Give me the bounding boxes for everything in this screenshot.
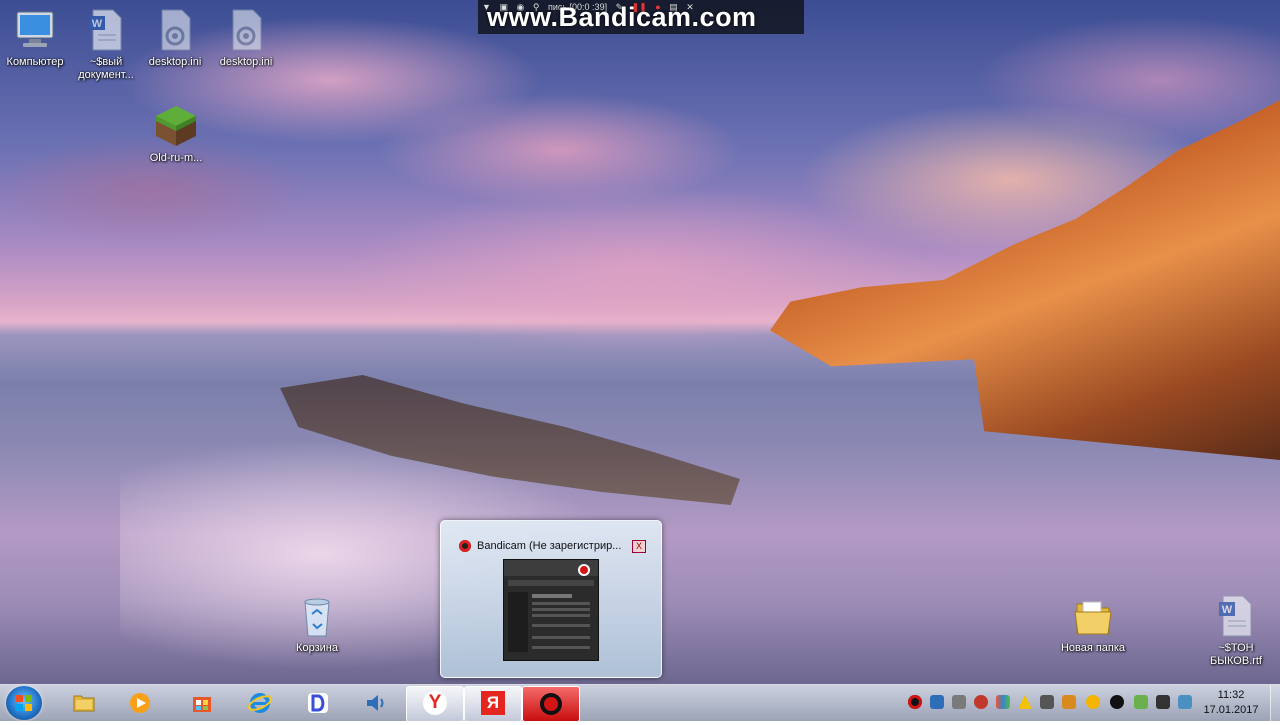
taskbar-audio-app[interactable] bbox=[348, 686, 404, 720]
yandex-browser-icon: Y bbox=[423, 691, 447, 715]
orange-cliff bbox=[770, 100, 1280, 460]
desktop-icon-old-ru-minecraft[interactable]: Old-ru-m... bbox=[138, 104, 214, 165]
desktop-icon-label: Новая папка bbox=[1060, 642, 1126, 654]
taskbar-d-app[interactable] bbox=[290, 686, 346, 720]
bandicam-record-icon bbox=[459, 540, 471, 552]
close-button[interactable]: X bbox=[632, 540, 646, 553]
desktop-icon-label: ~$вый документ... bbox=[78, 56, 134, 81]
taskbar-internet-explorer[interactable] bbox=[232, 686, 288, 720]
settings-file-icon bbox=[232, 9, 262, 51]
grid-icon[interactable] bbox=[1062, 695, 1076, 709]
store-icon bbox=[193, 697, 211, 712]
clock-time: 11:32 bbox=[1217, 689, 1245, 701]
desktop-icon-label: desktop.ini bbox=[148, 56, 202, 68]
taskbar-yandex[interactable]: Я bbox=[464, 686, 522, 722]
warning-icon[interactable] bbox=[1018, 695, 1032, 709]
bandicam-window-miniature bbox=[504, 560, 598, 652]
d-app-icon bbox=[308, 693, 328, 713]
word-document-icon: W bbox=[1219, 595, 1252, 637]
antivirus-icon[interactable] bbox=[974, 695, 988, 709]
audio-icon[interactable] bbox=[1040, 695, 1054, 709]
clock-date: 17.01.2017 bbox=[1203, 704, 1259, 716]
settings-file-icon bbox=[161, 9, 191, 51]
network-icon[interactable] bbox=[1134, 695, 1148, 709]
bandicam-watermark[interactable]: ▼ ▣ ◉ ⚲ пись [00:0 :39] ✎ ❚❚ ● ▤ ✕ www.B… bbox=[478, 0, 804, 34]
windows-start-button[interactable] bbox=[6, 686, 42, 720]
windows-start-icon bbox=[16, 695, 32, 711]
desktop-icon-computer[interactable]: Компьютер bbox=[0, 8, 73, 69]
volume-icon[interactable] bbox=[1156, 695, 1170, 709]
desktop-icon-label: ~$ТОН БЫКОВ.rtf bbox=[1210, 642, 1262, 667]
taskbar: Y Я 11:32 17.01.2017 bbox=[0, 684, 1280, 722]
desktop-icon-label: desktop.ini bbox=[219, 56, 273, 68]
user-icon[interactable] bbox=[952, 695, 966, 709]
minecraft-grass-block-icon bbox=[156, 106, 196, 146]
display-icon[interactable] bbox=[1178, 695, 1192, 709]
bandicam-tray-icon[interactable] bbox=[908, 695, 922, 709]
desktop-icon-recycle-bin[interactable]: Корзина bbox=[279, 594, 355, 655]
smiley-icon[interactable] bbox=[1086, 695, 1100, 709]
bandicam-record-icon bbox=[540, 693, 562, 715]
taskbar-yandex-browser[interactable]: Y bbox=[406, 686, 464, 722]
svg-text:W: W bbox=[92, 18, 103, 30]
folder-icon bbox=[1074, 601, 1112, 635]
watermark-text: www.Bandicam.com bbox=[487, 2, 757, 32]
desktop-icon-rtf-doc[interactable]: W ~$ТОН БЫКОВ.rtf bbox=[1198, 594, 1274, 668]
window-preview-image bbox=[503, 559, 599, 661]
taskbar-file-explorer[interactable] bbox=[56, 686, 112, 720]
thumbnail-title: Bandicam (Не зарегистрир... bbox=[477, 540, 622, 552]
desktop-icon-temp-doc[interactable]: W ~$вый документ... bbox=[68, 8, 144, 82]
desktop-icon-new-folder[interactable]: Новая папка bbox=[1055, 594, 1131, 655]
desktop-icon-desktop-ini-1[interactable]: desktop.ini bbox=[137, 8, 213, 69]
desktop-icon-label: Old-ru-m... bbox=[149, 152, 203, 164]
shield-icon[interactable] bbox=[930, 695, 944, 709]
svg-text:W: W bbox=[1222, 604, 1233, 616]
show-desktop-button[interactable] bbox=[1270, 685, 1280, 721]
taskbar-store[interactable] bbox=[174, 686, 230, 720]
yandex-icon: Я bbox=[481, 691, 505, 715]
internet-explorer-icon bbox=[248, 693, 272, 713]
word-document-icon: W bbox=[89, 9, 122, 51]
media-player-icon bbox=[130, 693, 150, 713]
system-clock[interactable]: 11:32 17.01.2017 bbox=[1196, 688, 1266, 718]
computer-icon bbox=[16, 11, 54, 47]
steam-icon[interactable] bbox=[1110, 695, 1124, 709]
desktop-icon-label: Компьютер bbox=[6, 56, 64, 68]
speaker-icon bbox=[367, 695, 384, 711]
file-explorer-icon bbox=[73, 695, 95, 712]
taskbar-bandicam[interactable] bbox=[522, 686, 580, 722]
taskbar-media-player[interactable] bbox=[112, 686, 168, 720]
bandicam-thumbnail-preview[interactable]: Bandicam (Не зарегистрир... X bbox=[440, 520, 662, 678]
desktop-icon-desktop-ini-2[interactable]: desktop.ini bbox=[208, 8, 284, 69]
recycle-bin-icon bbox=[304, 598, 330, 637]
color-app-icon[interactable] bbox=[996, 695, 1010, 709]
desktop-icon-label: Корзина bbox=[296, 642, 338, 654]
